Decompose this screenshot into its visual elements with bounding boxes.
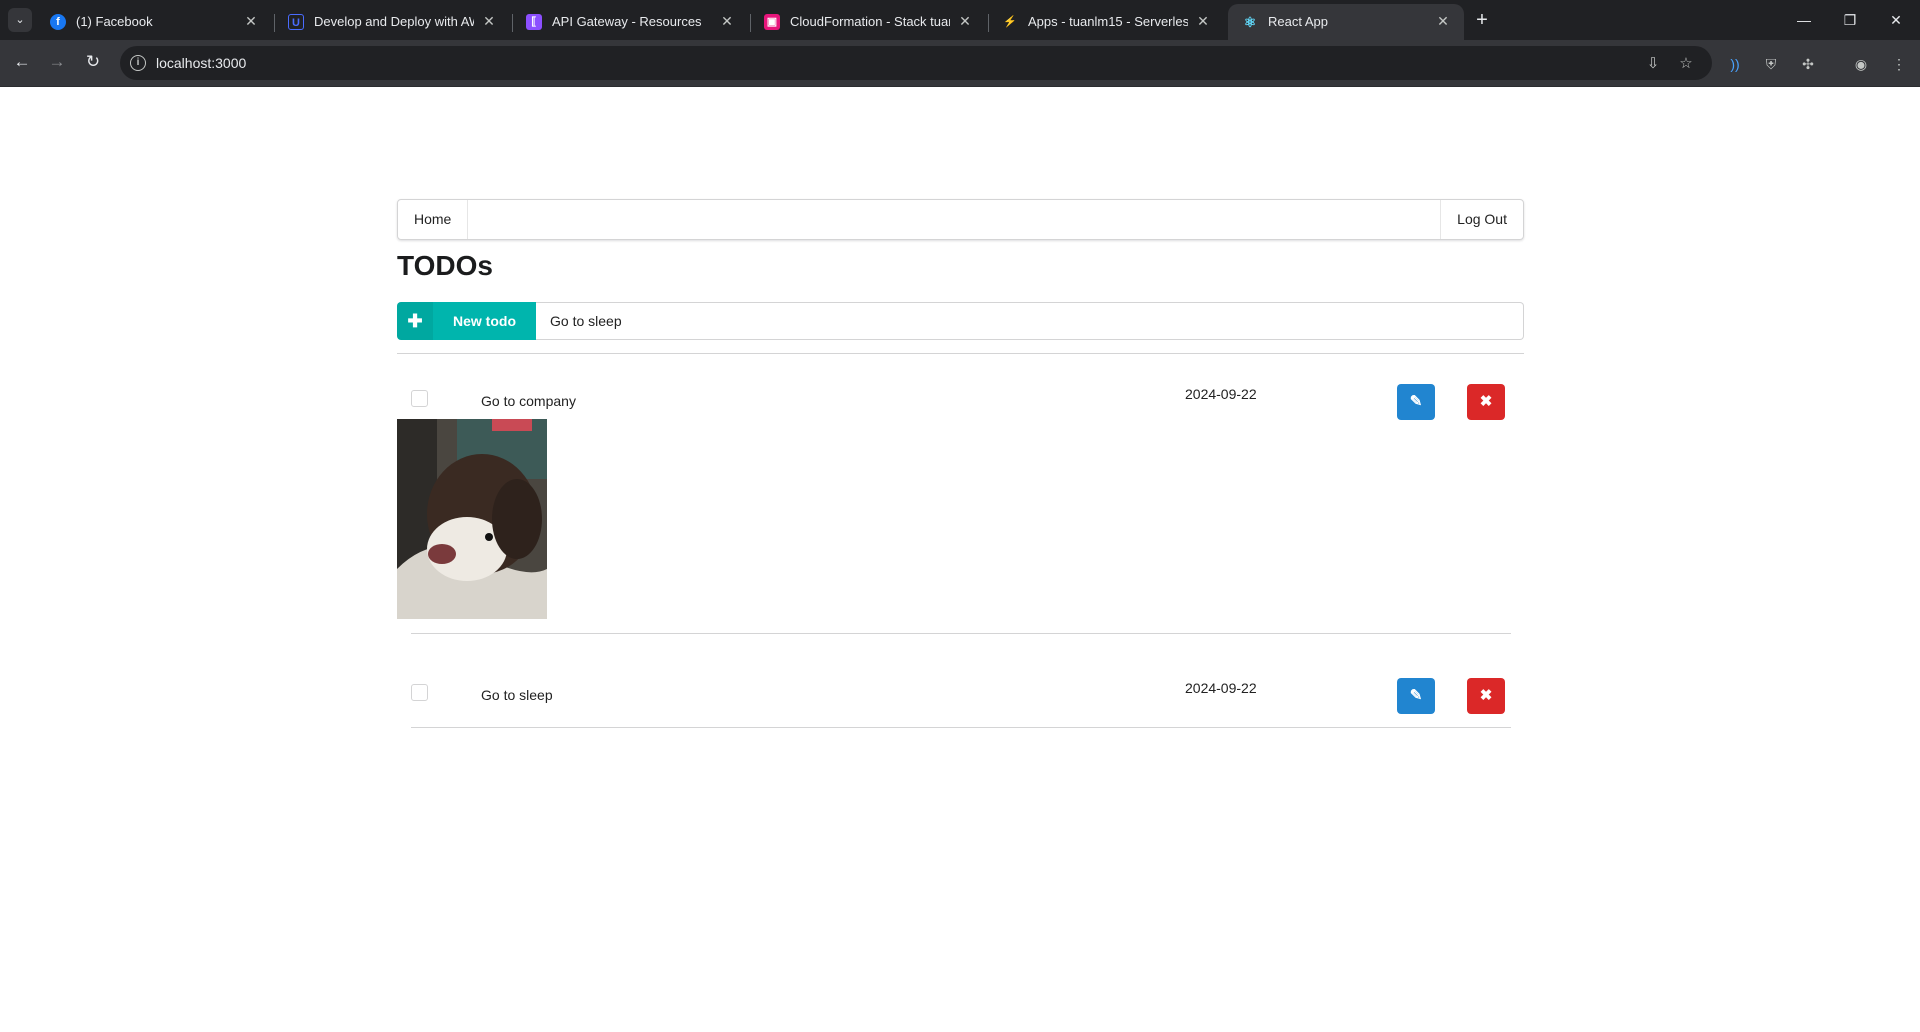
restore-icon[interactable]: ❐ <box>1828 0 1872 40</box>
todo-name: Go to sleep <box>481 687 553 703</box>
extension-shield-icon[interactable]: ⛨ <box>1760 53 1782 75</box>
todo-checkbox[interactable] <box>411 390 428 407</box>
logout-button[interactable]: Log Out <box>1440 200 1523 239</box>
pencil-icon: ✎ <box>1409 687 1423 704</box>
page-content: Home Log Out TODOs ✚ New todo Go to comp… <box>0 88 1920 1032</box>
close-icon[interactable]: ✕ <box>1194 12 1212 30</box>
tab-title: React App <box>1268 14 1328 29</box>
divider <box>411 633 1511 634</box>
close-icon[interactable]: ✕ <box>956 12 974 30</box>
site-info-icon[interactable]: i <box>130 55 146 71</box>
close-icon[interactable]: ✕ <box>1434 12 1452 30</box>
extension-speech-icon[interactable]: )) <box>1724 53 1746 75</box>
back-icon[interactable]: ← <box>10 50 34 74</box>
window-close-icon[interactable]: ✕ <box>1874 0 1918 40</box>
delete-button[interactable]: ✖ <box>1467 384 1505 420</box>
tab-api-gateway[interactable]: ⟦ API Gateway - Resources ✕ <box>512 4 748 40</box>
edit-button[interactable]: ✎ <box>1397 678 1435 714</box>
tab-title: API Gateway - Resources <box>552 14 702 29</box>
todo-checkbox[interactable] <box>411 684 428 701</box>
plus-icon: ✚ <box>397 302 433 340</box>
divider <box>397 353 1524 354</box>
minimize-icon[interactable]: — <box>1782 0 1826 40</box>
close-icon: ✖ <box>1479 687 1493 704</box>
tab-facebook[interactable]: f (1) Facebook ✕ <box>36 4 272 40</box>
tab-serverless[interactable]: ⚡ Apps - tuanlm15 - Serverless ✕ <box>988 4 1224 40</box>
top-menu: Home Log Out <box>397 199 1524 240</box>
close-icon[interactable]: ✕ <box>480 12 498 30</box>
profile-avatar-icon[interactable]: ◉ <box>1850 53 1872 75</box>
todo-due-date: 2024-09-22 <box>1185 386 1257 402</box>
new-todo-button-label: New todo <box>453 313 516 329</box>
reload-icon[interactable]: ↻ <box>81 50 105 74</box>
browser-toolbar: ← → ↻ i localhost:3000 ⇩ ☆ )) ⛨ ✣ ◉ ⋮ <box>0 40 1920 87</box>
tab-title: Develop and Deploy with AWS <box>314 14 474 29</box>
todo-name: Go to company <box>481 393 576 409</box>
tab-search-icon[interactable]: ⌄ <box>8 8 32 32</box>
extensions-puzzle-icon[interactable]: ✣ <box>1797 53 1819 75</box>
todo-attachment-image <box>397 419 547 619</box>
dog-photo <box>397 419 547 619</box>
tab-title: CloudFormation - Stack tuanlm <box>790 14 950 29</box>
bookmark-star-icon[interactable]: ☆ <box>1676 54 1696 74</box>
tab-cloudformation[interactable]: ▣ CloudFormation - Stack tuanlm ✕ <box>750 4 986 40</box>
api-gateway-icon: ⟦ <box>526 14 542 30</box>
new-todo-input[interactable] <box>536 302 1524 340</box>
url-text[interactable]: localhost:3000 <box>156 55 246 71</box>
divider <box>411 727 1511 728</box>
udacity-icon: U <box>288 14 304 30</box>
new-tab-icon[interactable]: + <box>1470 8 1494 32</box>
forward-icon[interactable]: → <box>45 50 69 74</box>
browser-tab-strip: ⌄ f (1) Facebook ✕ U Develop and Deploy … <box>0 0 1920 40</box>
new-todo-bar: ✚ New todo <box>397 302 1524 340</box>
new-todo-button[interactable]: ✚ New todo <box>397 302 536 340</box>
todo-due-date: 2024-09-22 <box>1185 680 1257 696</box>
home-link[interactable]: Home <box>398 200 469 239</box>
serverless-icon: ⚡ <box>1003 16 1017 28</box>
tab-title: Apps - tuanlm15 - Serverless <box>1028 14 1188 29</box>
delete-button[interactable]: ✖ <box>1467 678 1505 714</box>
facebook-icon: f <box>50 14 66 30</box>
close-icon: ✖ <box>1479 393 1493 410</box>
tab-react-app[interactable]: ⚛ React App ✕ <box>1228 4 1464 40</box>
address-bar[interactable]: i localhost:3000 ⇩ ☆ <box>120 46 1712 80</box>
page-title: TODOs <box>397 250 493 281</box>
close-icon[interactable]: ✕ <box>718 12 736 30</box>
tab-title: (1) Facebook <box>76 14 153 29</box>
close-icon[interactable]: ✕ <box>242 12 260 30</box>
react-icon: ⚛ <box>1243 14 1257 30</box>
edit-button[interactable]: ✎ <box>1397 384 1435 420</box>
pencil-icon: ✎ <box>1409 393 1423 410</box>
install-app-icon[interactable]: ⇩ <box>1643 54 1663 74</box>
tab-udacity[interactable]: U Develop and Deploy with AWS ✕ <box>274 4 510 40</box>
chrome-menu-icon[interactable]: ⋮ <box>1888 53 1910 75</box>
cloudformation-icon: ▣ <box>764 14 780 30</box>
